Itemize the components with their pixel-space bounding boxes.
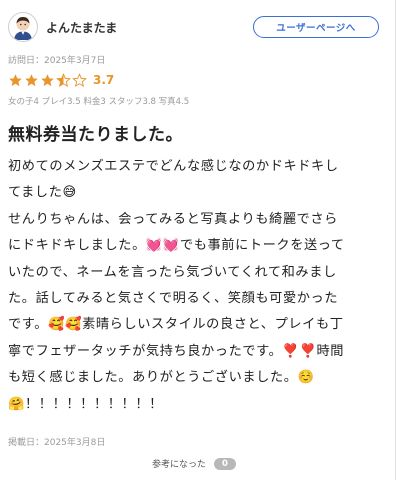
half-star-icon	[56, 72, 71, 87]
star-icon	[25, 73, 38, 86]
user-avatar-icon[interactable]	[8, 12, 38, 42]
user-page-button[interactable]: ユーザーページへ	[253, 16, 379, 38]
star-icon	[41, 73, 54, 86]
review-body-line: た。話してみると気さくで明るく、笑顔も可愛かった	[8, 290, 339, 306]
helpful-button[interactable]: 参考になった 0	[152, 457, 237, 470]
star-icon	[9, 73, 22, 86]
review-body: 初めてのメンズエステでどんな感じなのかドキドキし てました😅 せんりちゃんは、会…	[8, 154, 386, 418]
review-body-line: てました😅	[8, 185, 77, 201]
review-body-line: です。🥰🥰素晴らしいスタイルの良さと、プレイも丁	[8, 317, 344, 333]
review-card: よんたまたま ユーザーページへ 訪問日：2025年3月7日 3.7 女の子4 プ…	[0, 0, 396, 480]
helpful-count-badge: 0	[214, 457, 237, 470]
review-body-line: にドキドキしました。💓💓でも事前にトークを送って	[8, 238, 345, 254]
post-date: 掲載日：2025年3月8日	[8, 438, 106, 448]
visit-date: 訪問日：2025年3月7日	[8, 56, 106, 66]
helpful-label: 参考になった	[152, 460, 207, 470]
empty-star-icon	[72, 72, 87, 87]
review-body-line: も短く感じました。ありがとうございました。☺️	[8, 370, 315, 386]
sub-scores: 女の子4 プレイ3.5 料金3 スタッフ3.8 写真4.5	[8, 97, 190, 107]
review-header: よんたまたま ユーザーページへ	[8, 10, 385, 44]
review-body-line: 🤗！！！！！！！！！！	[8, 396, 163, 412]
review-body-line: いたので、ネームを言ったら気づいてくれて和みまし	[8, 264, 337, 280]
username[interactable]: よんたまたま	[46, 19, 117, 36]
review-title: 無料券当たりました。	[8, 125, 183, 145]
rating-value: 3.7	[93, 73, 115, 87]
review-body-line: せんりちゃんは、会ってみると写真よりも綺麗でさら	[8, 211, 338, 227]
review-body-line: 寧でフェザータッチが気持ち良かったです。❣️❣️時間	[8, 343, 345, 359]
rating-row: 3.7	[8, 72, 114, 88]
review-body-line: 初めてのメンズエステでどんな感じなのかドキドキし	[8, 159, 339, 174]
